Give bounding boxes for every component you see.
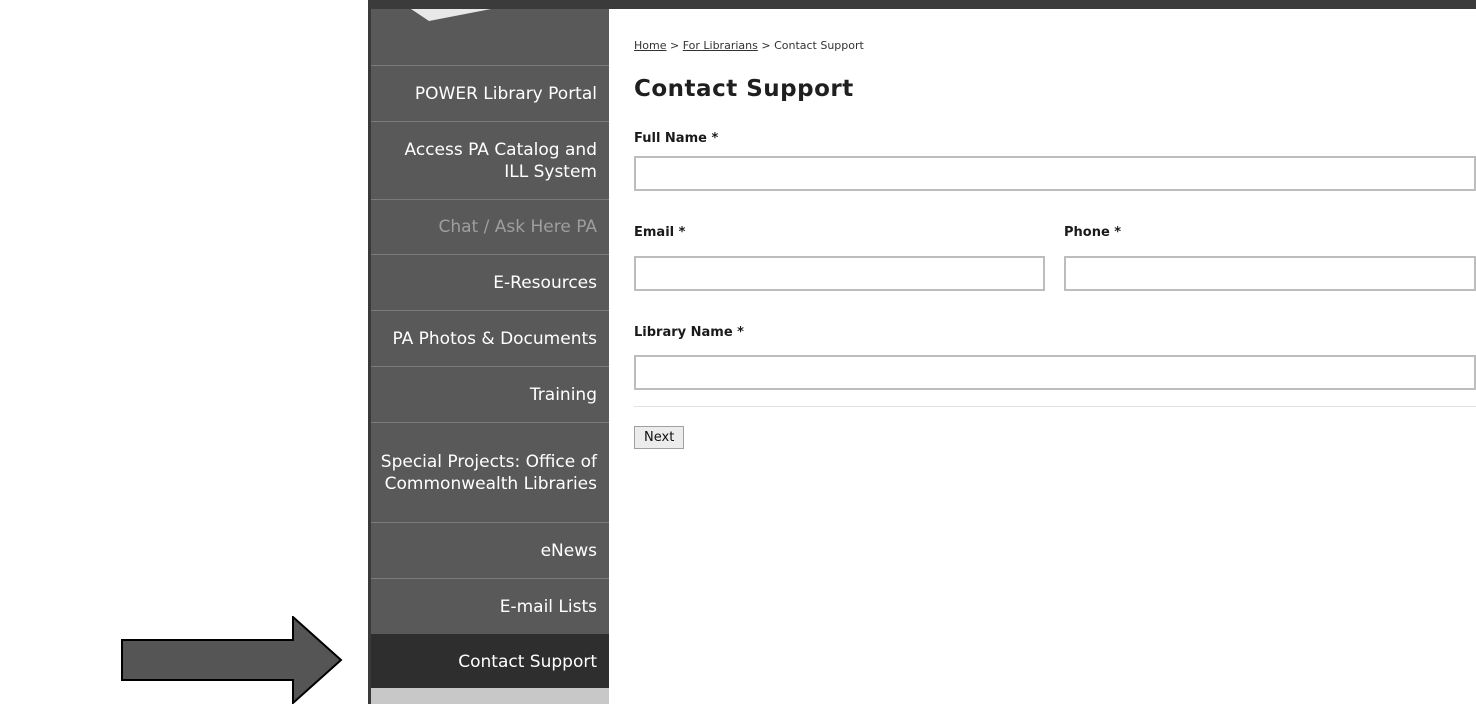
email-label: Email *: [634, 225, 686, 240]
email-field[interactable]: [634, 256, 1045, 291]
breadcrumb: Home > For Librarians > Contact Support: [634, 39, 864, 52]
library-name-label: Library Name *: [634, 325, 744, 340]
page-top-blank: [0, 0, 368, 9]
sidebar-logo: [371, 9, 609, 65]
sidebar-item-e-resources[interactable]: E-Resources: [371, 254, 609, 310]
sidebar-item-chat-ask-here-pa[interactable]: Chat / Ask Here PA: [371, 199, 609, 254]
sidebar-item-training[interactable]: Training: [371, 366, 609, 422]
sidebar-item-pa-photos-documents[interactable]: PA Photos & Documents: [371, 310, 609, 366]
sidebar-item-power-library-portal[interactable]: POWER Library Portal: [371, 65, 609, 121]
full-name-field[interactable]: [634, 156, 1476, 191]
sidebar-item-special-projects[interactable]: Special Projects: Office of Commonwealth…: [371, 422, 609, 522]
sidebar-item-label: Contact Support: [458, 651, 597, 672]
breadcrumb-current: Contact Support: [774, 39, 864, 52]
sidebar-item-label: Access PA Catalog and ILL System: [404, 139, 597, 182]
phone-field[interactable]: [1064, 256, 1476, 291]
sidebar-item-label: Chat / Ask Here PA: [438, 217, 597, 237]
breadcrumb-for-librarians-link[interactable]: For Librarians: [683, 39, 758, 52]
sidebar-item-label: POWER Library Portal: [414, 83, 597, 104]
sidebar-item-label: eNews: [540, 540, 597, 561]
page-title: Contact Support: [634, 76, 854, 102]
sidebar-nav: POWER Library Portal Access PA Catalog a…: [371, 65, 609, 688]
full-name-label: Full Name *: [634, 131, 719, 146]
sidebar-item-label: E-Resources: [493, 272, 597, 293]
sidebar-item-access-pa-catalog[interactable]: Access PA Catalog and ILL System: [371, 121, 609, 199]
sidebar-item-contact-support[interactable]: Contact Support: [371, 634, 609, 688]
form-divider: [634, 406, 1476, 407]
right-arrow-icon: [121, 614, 343, 708]
library-name-field[interactable]: [634, 355, 1476, 390]
sidebar-item-label: Special Projects: Office of Commonwealth…: [380, 451, 597, 494]
breadcrumb-separator: >: [666, 39, 683, 52]
sidebar-item-enews[interactable]: eNews: [371, 522, 609, 578]
sidebar-footer-strip: [371, 688, 609, 704]
sidebar-item-email-lists[interactable]: E-mail Lists: [371, 578, 609, 634]
next-button[interactable]: Next: [634, 426, 685, 449]
sidebar-item-label: E-mail Lists: [499, 596, 597, 617]
breadcrumb-separator: >: [757, 39, 775, 52]
sidebar-item-label: PA Photos & Documents: [392, 328, 597, 349]
sidebar-item-label: Training: [529, 384, 597, 405]
header-bar: [368, 0, 1476, 9]
phone-label: Phone *: [1064, 225, 1122, 240]
sidebar: POWER Library Portal Access PA Catalog a…: [368, 9, 609, 704]
breadcrumb-home-link[interactable]: Home: [634, 39, 666, 52]
